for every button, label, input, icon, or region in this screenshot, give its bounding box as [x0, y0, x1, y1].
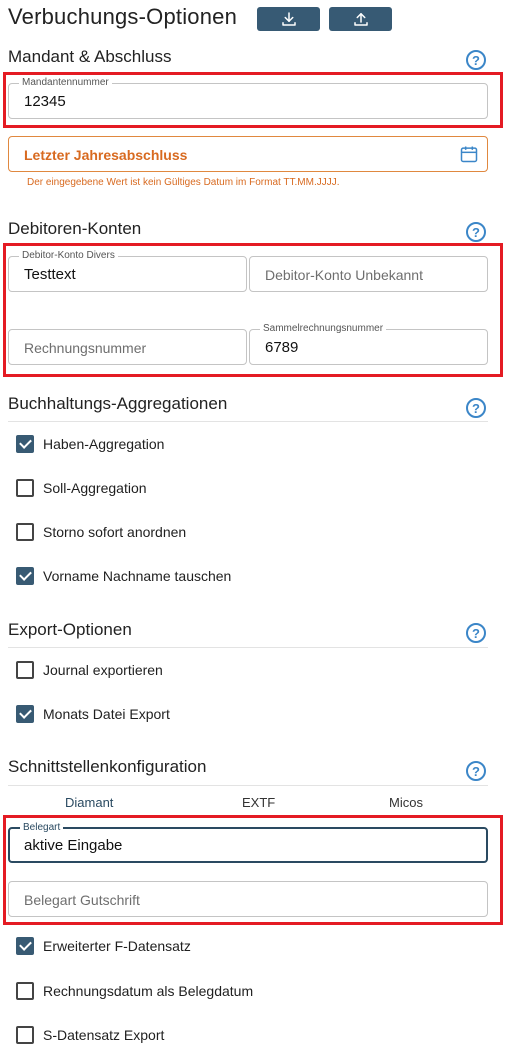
highlight-box	[3, 815, 503, 925]
help-icon[interactable]: ?	[466, 398, 486, 418]
checkbox-label: Journal exportieren	[43, 662, 163, 678]
highlight-box	[3, 72, 503, 128]
checkbox-erweiterter-f-datensatz[interactable]: Erweiterter F-Datensatz	[16, 936, 191, 956]
section-title-export: Export-Optionen	[8, 620, 132, 639]
divider	[8, 647, 488, 648]
help-icon[interactable]: ?	[466, 222, 486, 242]
checkbox-vorname-nachname[interactable]: Vorname Nachname tauschen	[16, 566, 231, 586]
checkbox-haben-aggregation[interactable]: Haben-Aggregation	[16, 434, 164, 454]
checkbox-box[interactable]	[16, 661, 34, 679]
help-icon[interactable]: ?	[466, 623, 486, 643]
section-title-debitoren: Debitoren-Konten	[8, 219, 142, 238]
checkbox-soll-aggregation[interactable]: Soll-Aggregation	[16, 478, 147, 498]
checkbox-label: Soll-Aggregation	[43, 480, 147, 496]
jahresabschluss-date-field[interactable]: Letzter Jahresabschluss	[8, 136, 488, 172]
error-message: Der eingegebene Wert ist kein Gültiges D…	[27, 177, 340, 188]
highlight-box	[3, 243, 503, 377]
checkbox-label: Erweiterter F-Datensatz	[43, 938, 191, 954]
divider	[8, 421, 488, 422]
checkbox-s-datensatz-export[interactable]: S-Datensatz Export	[16, 1025, 164, 1045]
checkbox-monats-datei-export[interactable]: Monats Datei Export	[16, 704, 170, 724]
checkbox-journal-exportieren[interactable]: Journal exportieren	[16, 660, 163, 680]
checkbox-box[interactable]	[16, 937, 34, 955]
checkbox-label: Vorname Nachname tauschen	[43, 568, 232, 584]
checkbox-box[interactable]	[16, 479, 34, 497]
divider	[8, 785, 488, 786]
section-title-aggregationen: Buchhaltungs-Aggregationen	[8, 394, 228, 413]
help-icon[interactable]: ?	[466, 50, 486, 70]
upload-icon	[353, 13, 368, 26]
section-title-schnittstelle: Schnittstellenkonfiguration	[8, 757, 207, 776]
calendar-icon[interactable]	[459, 144, 479, 164]
download-button[interactable]	[257, 7, 320, 31]
checkbox-box[interactable]	[16, 523, 34, 541]
checkbox-box[interactable]	[16, 705, 34, 723]
help-icon[interactable]: ?	[466, 761, 486, 781]
section-title-mandant: Mandant & Abschluss	[8, 47, 172, 66]
tab-diamant[interactable]: Diamant	[65, 795, 113, 810]
tab-micos[interactable]: Micos	[389, 795, 423, 810]
checkbox-box[interactable]	[16, 567, 34, 585]
checkbox-storno-sofort[interactable]: Storno sofort anordnen	[16, 522, 186, 542]
checkbox-label: Rechnungsdatum als Belegdatum	[43, 983, 254, 999]
checkbox-rechnungsdatum-belegdatum[interactable]: Rechnungsdatum als Belegdatum	[16, 981, 253, 1001]
tab-extf[interactable]: EXTF	[242, 795, 275, 810]
checkbox-label: Monats Datei Export	[43, 706, 170, 722]
checkbox-label: Haben-Aggregation	[43, 436, 165, 452]
upload-button[interactable]	[329, 7, 392, 31]
checkbox-label: S-Datensatz Export	[43, 1027, 165, 1043]
field-placeholder: Letzter Jahresabschluss	[24, 147, 188, 163]
download-icon	[281, 12, 296, 26]
checkbox-box[interactable]	[16, 982, 34, 1000]
checkbox-label: Storno sofort anordnen	[43, 524, 187, 540]
checkbox-box[interactable]	[16, 435, 34, 453]
checkbox-box[interactable]	[16, 1026, 34, 1044]
page-title: Verbuchungs-Optionen	[8, 4, 238, 29]
